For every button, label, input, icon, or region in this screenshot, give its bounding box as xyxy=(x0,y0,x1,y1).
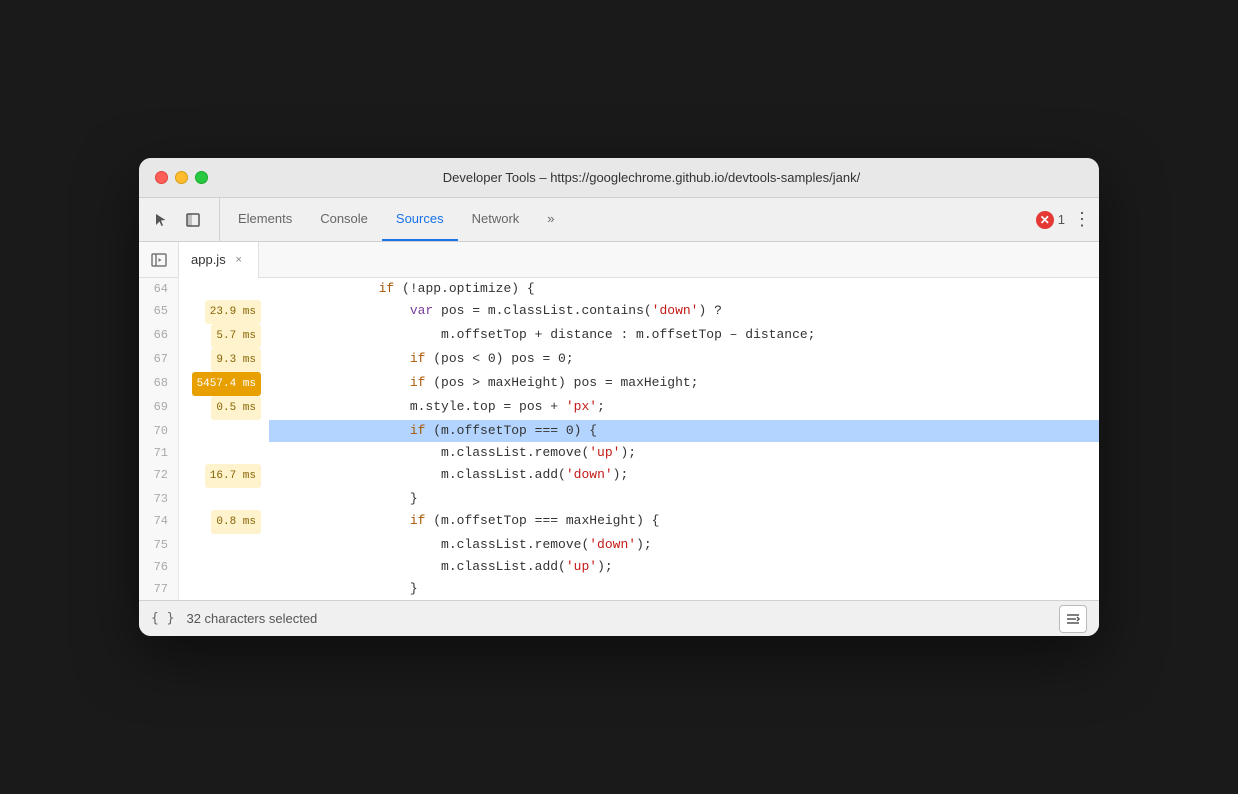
main-tabbar: Elements Console Sources Network » ✕ 1 ⋮ xyxy=(139,198,1099,242)
table-row: 66 5.7 ms m.offsetTop + distance : m.off… xyxy=(139,324,1099,348)
devtools-window: Developer Tools – https://googlechrome.g… xyxy=(139,158,1099,636)
close-button[interactable] xyxy=(155,171,168,184)
file-tab-appjs[interactable]: app.js × xyxy=(179,242,259,278)
timing-badge: 16.7 ms xyxy=(205,464,261,488)
statusbar: { } 32 characters selected xyxy=(139,600,1099,636)
table-row: 72 16.7 ms m.classList.add('down'); xyxy=(139,464,1099,488)
table-row: 68 5457.4 ms if (pos > maxHeight) pos = … xyxy=(139,372,1099,396)
table-row: 73 } xyxy=(139,488,1099,510)
more-menu-button[interactable]: ⋮ xyxy=(1073,209,1091,230)
pretty-print-button[interactable]: { } xyxy=(151,611,174,626)
tab-console[interactable]: Console xyxy=(306,198,382,241)
minimize-button[interactable] xyxy=(175,171,188,184)
cursor-icon[interactable] xyxy=(147,206,175,234)
timing-badge: 0.5 ms xyxy=(211,396,261,420)
format-button[interactable] xyxy=(1059,605,1087,633)
status-text: 32 characters selected xyxy=(186,611,317,626)
tab-sources[interactable]: Sources xyxy=(382,198,458,241)
tabbar-right: ✕ 1 ⋮ xyxy=(1036,198,1091,241)
table-row: 70 if (m.offsetTop === 0) { xyxy=(139,420,1099,442)
code-editor[interactable]: 64 if (!app.optimize) { 65 23.9 ms var p… xyxy=(139,278,1099,600)
maximize-button[interactable] xyxy=(195,171,208,184)
tab-network[interactable]: Network xyxy=(458,198,534,241)
table-row: 75 m.classList.remove('down'); xyxy=(139,534,1099,556)
timing-badge: 5457.4 ms xyxy=(192,372,261,396)
timing-badge: 0.8 ms xyxy=(211,510,261,534)
code-lines: 64 if (!app.optimize) { 65 23.9 ms var p… xyxy=(139,278,1099,600)
statusbar-right xyxy=(1059,605,1087,633)
error-icon: ✕ xyxy=(1036,211,1054,229)
dock-icon[interactable] xyxy=(179,206,207,234)
table-row: 67 9.3 ms if (pos < 0) pos = 0; xyxy=(139,348,1099,372)
table-row: 64 if (!app.optimize) { xyxy=(139,278,1099,300)
table-row: 71 m.classList.remove('up'); xyxy=(139,442,1099,464)
tabbar-tools xyxy=(147,198,220,241)
timing-badge: 9.3 ms xyxy=(211,348,261,372)
table-row: 74 0.8 ms if (m.offsetTop === maxHeight)… xyxy=(139,510,1099,534)
panel-toggle-icon[interactable] xyxy=(139,242,179,278)
timing-badge: 23.9 ms xyxy=(205,300,261,324)
timing-badge: 5.7 ms xyxy=(211,324,261,348)
table-row: 77 } xyxy=(139,578,1099,600)
table-row: 65 23.9 ms var pos = m.classList.contain… xyxy=(139,300,1099,324)
table-row: 76 m.classList.add('up'); xyxy=(139,556,1099,578)
tab-more[interactable]: » xyxy=(533,198,568,241)
table-row: 69 0.5 ms m.style.top = pos + 'px'; xyxy=(139,396,1099,420)
titlebar: Developer Tools – https://googlechrome.g… xyxy=(139,158,1099,198)
tab-elements[interactable]: Elements xyxy=(224,198,306,241)
error-badge[interactable]: ✕ 1 xyxy=(1036,211,1065,229)
file-tab-close[interactable]: × xyxy=(232,253,246,267)
traffic-lights xyxy=(155,171,208,184)
window-title: Developer Tools – https://googlechrome.g… xyxy=(220,170,1083,185)
file-tabbar: app.js × xyxy=(139,242,1099,278)
